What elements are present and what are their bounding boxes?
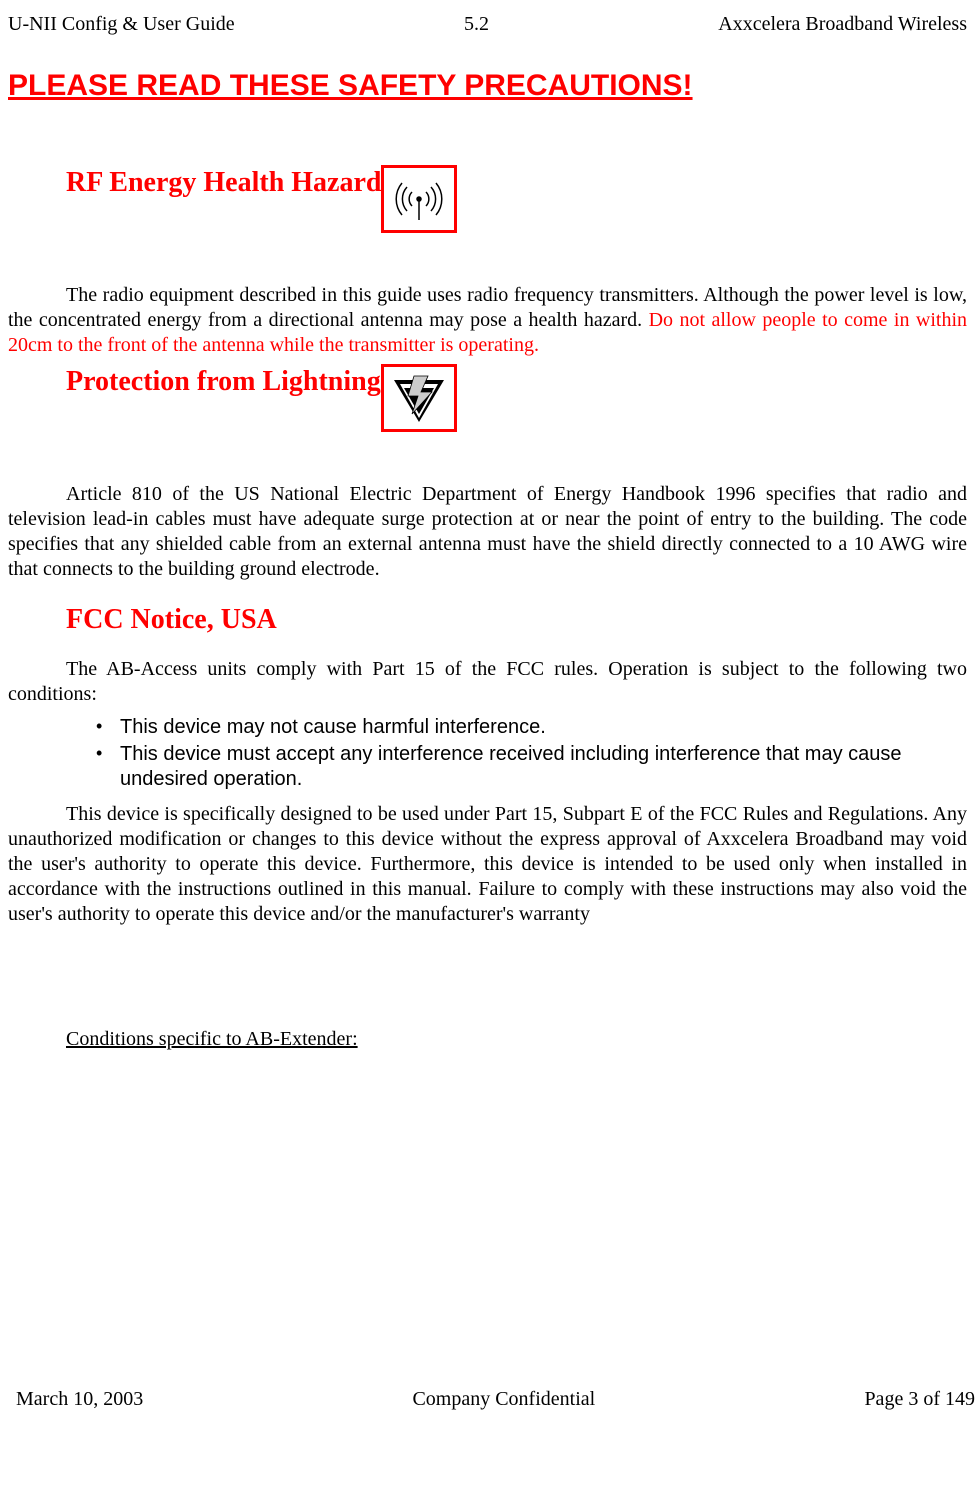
ab-extender-conditions: Conditions specific to AB-Extender: <box>66 1027 967 1052</box>
fcc-bullet-list: This device may not cause harmful interf… <box>8 715 967 792</box>
fcc-detail: This device is specifically designed to … <box>8 802 967 927</box>
header-left: U-NII Config & User Guide <box>8 12 235 37</box>
fcc-bullet-1: This device may not cause harmful interf… <box>96 715 967 740</box>
page-footer: March 10, 2003 Company Confidential Page… <box>16 1387 975 1412</box>
main-safety-title: PLEASE READ THESE SAFETY PRECAUTIONS! <box>8 67 967 105</box>
footer-date: March 10, 2003 <box>16 1387 143 1412</box>
footer-confidential: Company Confidential <box>412 1387 595 1412</box>
lightning-heading: Protection from Lightning <box>66 364 381 399</box>
page-header: U-NII Config & User Guide 5.2 Axxcelera … <box>8 12 967 37</box>
fcc-bullet-2: This device must accept any interference… <box>96 742 967 792</box>
header-right: Axxcelera Broadband Wireless <box>718 12 967 37</box>
rf-heading-row: RF Energy Health Hazard <box>66 165 967 233</box>
rf-heading: RF Energy Health Hazard <box>66 165 381 200</box>
rf-antenna-icon <box>381 165 457 233</box>
lightning-icon <box>381 364 457 432</box>
header-center: 5.2 <box>464 12 489 37</box>
fcc-heading: FCC Notice, USA <box>66 602 967 637</box>
lightning-heading-row: Protection from Lightning <box>66 364 967 432</box>
fcc-intro: The AB-Access units comply with Part 15 … <box>8 657 967 707</box>
footer-page-number: Page 3 of 149 <box>864 1387 975 1412</box>
rf-paragraph: The radio equipment described in this gu… <box>8 283 967 358</box>
lightning-paragraph: Article 810 of the US National Electric … <box>8 482 967 582</box>
